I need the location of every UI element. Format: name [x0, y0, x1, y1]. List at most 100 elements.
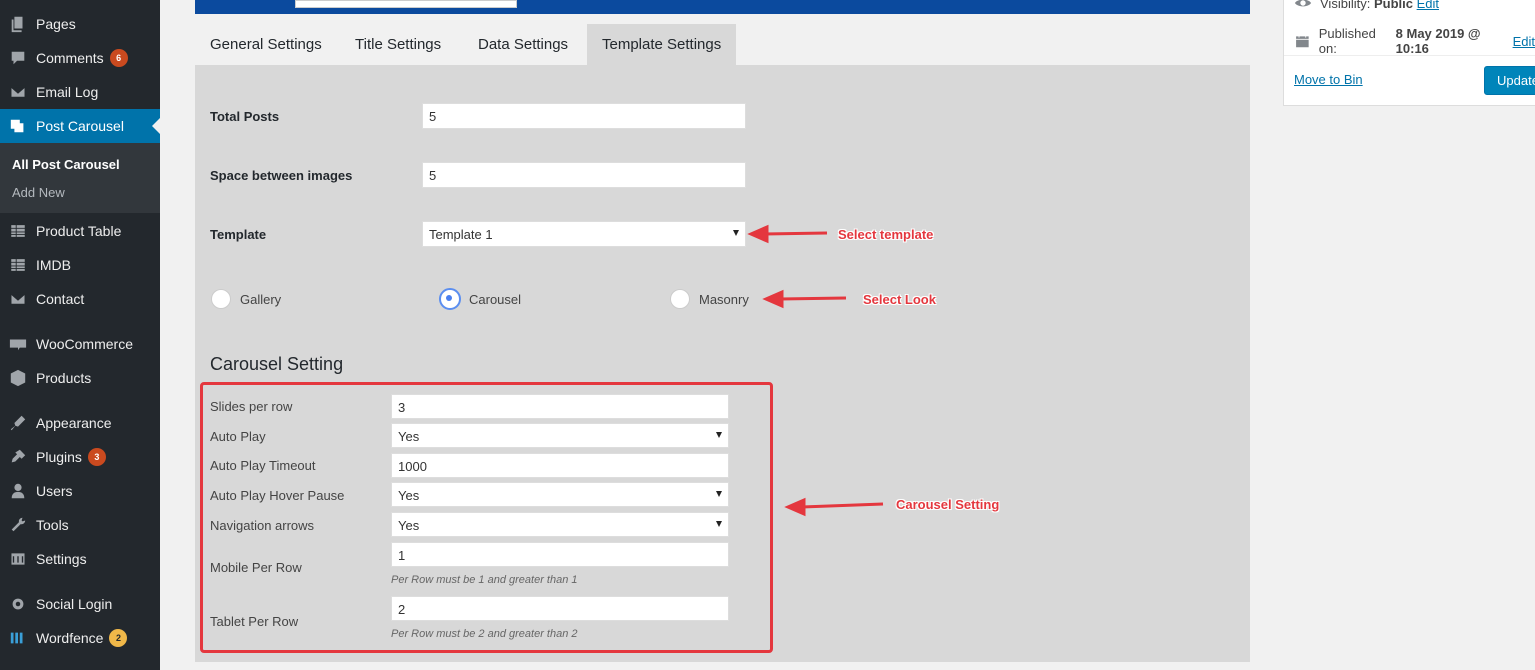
chevron-down-icon — [716, 521, 722, 527]
shortcode-input[interactable] — [295, 0, 517, 8]
navigation-arrows-select[interactable]: Yes — [391, 512, 729, 537]
sidebar-item-label: WooCommerce — [36, 336, 133, 352]
sidebar-item-contact[interactable]: Contact — [0, 282, 160, 316]
sidebar-item-pages[interactable]: Pages — [0, 7, 160, 41]
tab-data-settings[interactable]: Data Settings — [463, 24, 583, 65]
template-settings-panel: Total Posts 5 Space between images 5 Tem… — [195, 65, 1250, 662]
published-on-row: Published on: 8 May 2019 @ 10:16 Edit — [1294, 26, 1535, 56]
tab-template-settings[interactable]: Template Settings — [587, 24, 737, 65]
comments-icon — [0, 49, 36, 67]
sidebar-item-label: Products — [36, 370, 92, 386]
move-to-bin-link[interactable]: Move to Bin — [1294, 72, 1363, 87]
sidebar-item-email-log[interactable]: Email Log — [0, 75, 160, 109]
chevron-down-icon — [716, 491, 722, 497]
visibility-value: Public — [1373, 0, 1413, 11]
sidebar-item-tools[interactable]: Tools — [0, 508, 160, 542]
sidebar-item-users[interactable]: Users — [0, 474, 160, 508]
tools-icon — [0, 516, 36, 534]
submenu-add-new[interactable]: Add New — [12, 185, 65, 200]
sidebar-item-plugins[interactable]: Plugins 3 — [0, 440, 160, 474]
users-icon — [0, 482, 36, 500]
published-on-value: 8 May 2019 @ 10:16 — [1395, 26, 1481, 56]
shortcode-bar — [195, 0, 1250, 14]
count-badge: 6 — [109, 49, 128, 67]
update-button[interactable]: Update — [1484, 66, 1535, 95]
publish-box: Visibility: Public Edit Published on: 8 … — [1283, 0, 1535, 106]
sidebar-item-label: Comments — [36, 50, 104, 66]
table-icon — [0, 256, 36, 274]
sidebar-item-imdb[interactable]: IMDB — [0, 248, 160, 282]
sidebar-item-label: Settings — [36, 551, 87, 567]
sidebar-item-appearance[interactable]: Appearance — [0, 406, 160, 440]
post-carousel-icon — [0, 117, 36, 135]
look-carousel-radio[interactable] — [439, 288, 461, 310]
sidebar-item-social-login[interactable]: Social Login — [0, 587, 160, 621]
sidebar-item-label: Social Login — [36, 596, 113, 612]
visibility-edit-link[interactable]: Edit — [1417, 0, 1439, 11]
tablet-per-row-input[interactable]: 2 — [391, 596, 729, 621]
look-masonry-radio[interactable] — [670, 289, 690, 309]
plugins-icon — [0, 448, 36, 466]
sidebar-item-label: Tools — [36, 517, 69, 533]
template-select[interactable]: Template 1 — [422, 221, 746, 247]
auto-play-timeout-label: Auto Play Timeout — [210, 458, 316, 473]
slides-per-row-label: Slides per row — [210, 399, 293, 414]
eye-icon — [1294, 0, 1312, 7]
look-gallery-label: Gallery — [240, 292, 282, 307]
navigation-arrows-value: Yes — [398, 518, 420, 533]
auto-play-hover-pause-select[interactable]: Yes — [391, 482, 729, 507]
settings-tabs: General Settings Title Settings Data Set… — [195, 24, 1250, 65]
auto-play-hover-pause-label: Auto Play Hover Pause — [210, 488, 345, 503]
sidebar-item-settings[interactable]: Settings — [0, 542, 160, 576]
sidebar-item-label: Product Table — [36, 223, 122, 239]
mobile-per-row-input[interactable]: 1 — [391, 542, 729, 567]
submenu-all-post-carousel[interactable]: All Post Carousel — [12, 157, 120, 172]
woocommerce-icon — [0, 335, 36, 353]
chevron-down-icon — [733, 230, 739, 236]
look-masonry-label: Masonry — [699, 292, 749, 307]
count-badge: 2 — [109, 629, 128, 647]
sidebar-item-comments[interactable]: Comments 6 — [0, 41, 160, 75]
sidebar-item-label: Email Log — [36, 84, 99, 100]
total-posts-input[interactable]: 5 — [422, 103, 746, 129]
published-edit-link[interactable]: Edit — [1513, 34, 1535, 49]
sidebar-item-label: IMDB — [36, 257, 71, 273]
divider — [1284, 55, 1535, 56]
sidebar-item-woocommerce[interactable]: WooCommerce — [0, 327, 160, 361]
carousel-settings-box: Slides per row 3 Auto Play Yes Auto Play… — [200, 382, 773, 653]
chevron-down-icon — [716, 432, 722, 438]
template-label: Template — [210, 227, 267, 242]
visibility-row: Visibility: Public Edit — [1294, 0, 1439, 12]
look-carousel-label: Carousel — [469, 292, 522, 307]
wordfence-icon — [0, 629, 36, 647]
total-posts-label: Total Posts — [210, 109, 280, 124]
auto-play-timeout-input[interactable]: 1000 — [391, 453, 729, 478]
published-on-label: Published on: — [1318, 26, 1376, 56]
post-carousel-submenu: All Post Carousel Add New — [0, 143, 160, 213]
auto-play-select[interactable]: Yes — [391, 423, 729, 448]
space-between-images-label: Space between images — [210, 168, 353, 183]
admin-sidebar: Pages Comments 6 Email Log Post Carousel… — [0, 0, 160, 670]
sidebar-item-product-table[interactable]: Product Table — [0, 214, 160, 248]
sidebar-item-label: Users — [36, 483, 73, 499]
sidebar-item-post-carousel[interactable]: Post Carousel — [0, 109, 160, 143]
email-icon — [0, 290, 36, 308]
sidebar-item-label: Post Carousel — [36, 118, 124, 134]
email-icon — [0, 83, 36, 101]
tab-title-settings[interactable]: Title Settings — [340, 24, 456, 65]
sidebar-item-wordfence[interactable]: Wordfence 2 — [0, 621, 160, 655]
pages-icon — [0, 15, 36, 33]
tab-general-settings[interactable]: General Settings — [195, 24, 337, 65]
sidebar-item-products[interactable]: Products — [0, 361, 160, 395]
navigation-arrows-label: Navigation arrows — [210, 518, 315, 533]
annotation-select-look: Select Look — [863, 292, 936, 307]
mobile-per-row-label: Mobile Per Row — [210, 560, 302, 575]
sidebar-item-label: Plugins — [36, 449, 82, 465]
tablet-per-row-label: Tablet Per Row — [210, 614, 299, 629]
slides-per-row-input[interactable]: 3 — [391, 394, 729, 419]
template-select-value: Template 1 — [429, 227, 493, 242]
look-gallery-radio[interactable] — [211, 289, 231, 309]
sidebar-item-label: Wordfence — [36, 630, 104, 646]
space-between-images-input[interactable]: 5 — [422, 162, 746, 188]
auto-play-select-value: Yes — [398, 429, 420, 444]
